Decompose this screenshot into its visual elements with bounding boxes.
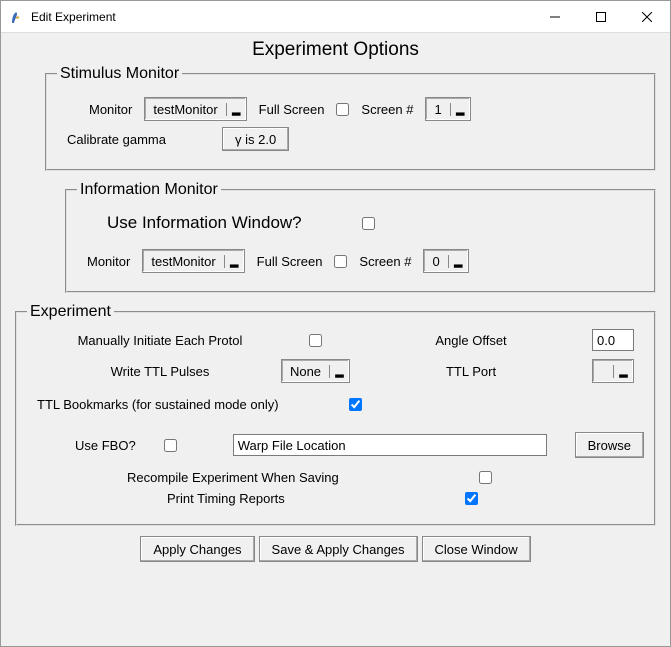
information-monitor-group: Information Monitor Use Information Wind… bbox=[65, 181, 656, 293]
stimulus-legend: Stimulus Monitor bbox=[57, 65, 182, 83]
info-fullscreen-checkbox[interactable] bbox=[334, 255, 347, 268]
chevron-down-icon: ▂ bbox=[224, 255, 244, 268]
minimize-button[interactable] bbox=[532, 1, 578, 33]
angle-offset-label: Angle Offset bbox=[368, 333, 574, 348]
browse-button[interactable]: Browse bbox=[575, 432, 644, 458]
chevron-down-icon: ▂ bbox=[613, 365, 633, 378]
gamma-button[interactable]: γ is 2.0 bbox=[222, 127, 289, 151]
use-fbo-checkbox[interactable] bbox=[164, 439, 177, 452]
use-fbo-label: Use FBO? bbox=[75, 438, 136, 453]
fbo-row: Use FBO? Browse bbox=[27, 432, 644, 458]
recompile-checkbox[interactable] bbox=[479, 471, 492, 484]
info-monitor-value: testMonitor bbox=[143, 254, 223, 269]
info-screen-value: 0 bbox=[424, 254, 447, 269]
info-use-row: Use Information Window? bbox=[77, 213, 644, 233]
stimulus-screen-value: 1 bbox=[426, 102, 449, 117]
experiment-grid: Manually Initiate Each Protol Angle Offs… bbox=[57, 329, 634, 383]
close-window-button[interactable]: Close Window bbox=[422, 536, 531, 562]
write-ttl-value: None bbox=[282, 364, 329, 379]
chevron-down-icon: ▂ bbox=[448, 255, 468, 268]
info-screen-label: Screen # bbox=[359, 254, 411, 269]
app-window: Edit Experiment Experiment Options Stimu… bbox=[0, 0, 671, 647]
save-apply-changes-button[interactable]: Save & Apply Changes bbox=[259, 536, 418, 562]
content-area: Experiment Options Stimulus Monitor Moni… bbox=[1, 33, 670, 646]
write-ttl-label: Write TTL Pulses bbox=[57, 364, 263, 379]
page-title: Experiment Options bbox=[15, 39, 656, 61]
info-legend: Information Monitor bbox=[77, 181, 221, 199]
write-ttl-dropdown[interactable]: None ▂ bbox=[281, 359, 350, 383]
info-monitor-dropdown[interactable]: testMonitor ▂ bbox=[142, 249, 244, 273]
chevron-down-icon: ▂ bbox=[329, 365, 349, 378]
stimulus-monitor-dropdown[interactable]: testMonitor ▂ bbox=[144, 97, 246, 121]
timing-checkbox[interactable] bbox=[465, 492, 478, 505]
recompile-label: Recompile Experiment When Saving bbox=[127, 470, 339, 485]
info-monitor-label: Monitor bbox=[87, 254, 130, 269]
angle-offset-input[interactable] bbox=[592, 329, 634, 351]
ttl-port-dropdown[interactable]: ▂ bbox=[592, 359, 634, 383]
use-info-window-label: Use Information Window? bbox=[107, 213, 302, 233]
stimulus-monitor-value: testMonitor bbox=[145, 102, 225, 117]
ttl-bookmarks-checkbox[interactable] bbox=[349, 398, 362, 411]
stimulus-screen-dropdown[interactable]: 1 ▂ bbox=[425, 97, 470, 121]
window-title: Edit Experiment bbox=[31, 10, 532, 24]
stimulus-row2: Calibrate gamma γ is 2.0 bbox=[57, 127, 644, 151]
timing-row: Print Timing Reports bbox=[27, 491, 644, 506]
maximize-button[interactable] bbox=[578, 1, 624, 33]
experiment-group: Experiment Manually Initiate Each Protol… bbox=[15, 303, 656, 526]
info-screen-dropdown[interactable]: 0 ▂ bbox=[423, 249, 468, 273]
chevron-down-icon: ▂ bbox=[226, 103, 246, 116]
stimulus-monitor-label: Monitor bbox=[89, 102, 132, 117]
chevron-down-icon: ▂ bbox=[450, 103, 470, 116]
recompile-row: Recompile Experiment When Saving bbox=[27, 470, 644, 485]
info-row: Monitor testMonitor ▂ Full Screen Screen… bbox=[77, 249, 644, 273]
bottom-buttons: Apply Changes Save & Apply Changes Close… bbox=[15, 536, 656, 562]
calibrate-gamma-label: Calibrate gamma bbox=[67, 132, 166, 147]
stimulus-screen-label: Screen # bbox=[361, 102, 413, 117]
titlebar: Edit Experiment bbox=[1, 1, 670, 33]
window-controls bbox=[532, 1, 670, 33]
bookmarks-row: TTL Bookmarks (for sustained mode only) bbox=[27, 397, 644, 412]
warp-file-input[interactable] bbox=[233, 434, 547, 456]
timing-label: Print Timing Reports bbox=[167, 491, 285, 506]
ttl-port-label: TTL Port bbox=[368, 364, 574, 379]
experiment-legend: Experiment bbox=[27, 303, 114, 321]
manual-initiate-label: Manually Initiate Each Protol bbox=[57, 333, 263, 348]
use-info-window-checkbox[interactable] bbox=[362, 217, 375, 230]
close-button[interactable] bbox=[624, 1, 670, 33]
apply-changes-button[interactable]: Apply Changes bbox=[140, 536, 254, 562]
stimulus-fullscreen-label: Full Screen bbox=[259, 102, 325, 117]
stimulus-row1: Monitor testMonitor ▂ Full Screen Screen… bbox=[57, 97, 644, 121]
stimulus-monitor-group: Stimulus Monitor Monitor testMonitor ▂ F… bbox=[45, 65, 656, 171]
app-icon bbox=[9, 9, 25, 25]
ttl-bookmarks-label: TTL Bookmarks (for sustained mode only) bbox=[37, 397, 279, 412]
stimulus-fullscreen-checkbox[interactable] bbox=[336, 103, 349, 116]
info-fullscreen-label: Full Screen bbox=[257, 254, 323, 269]
manual-initiate-checkbox[interactable] bbox=[309, 334, 322, 347]
